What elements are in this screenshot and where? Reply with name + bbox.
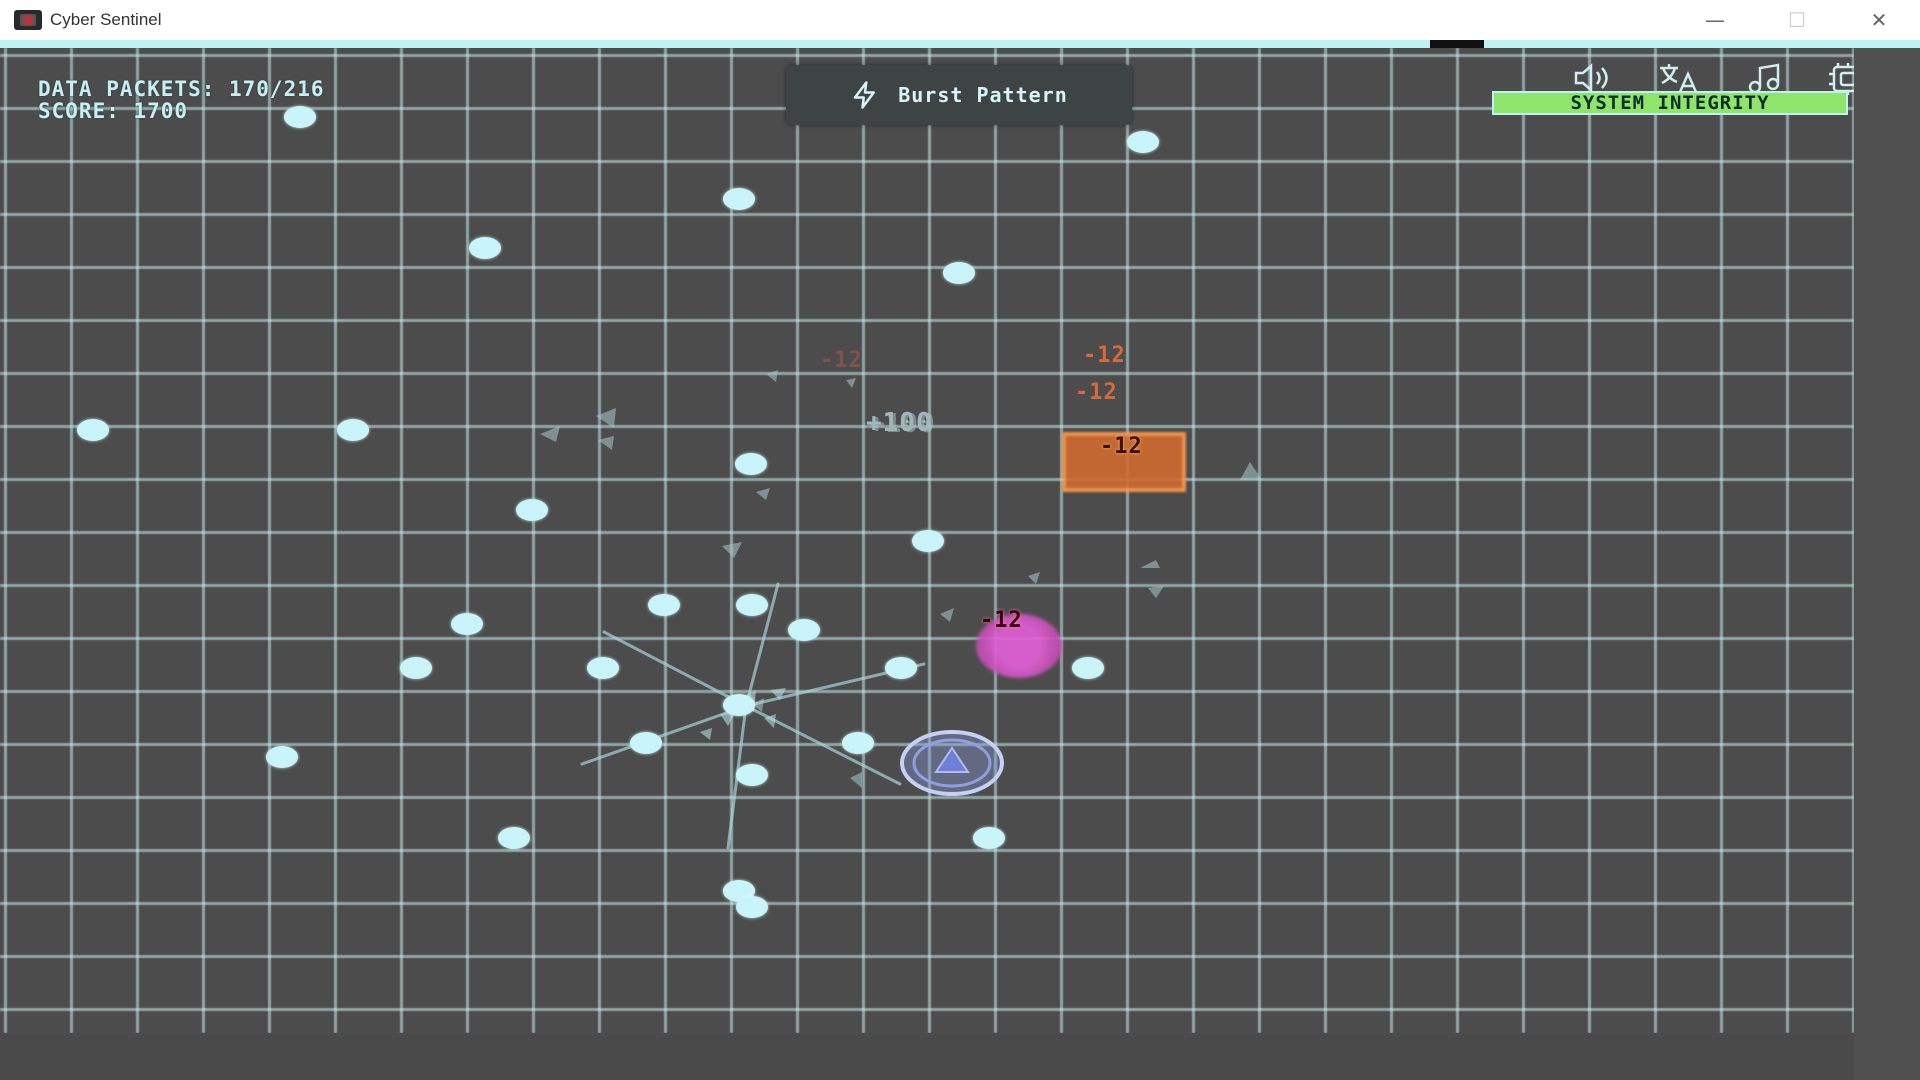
hud-stats: DATA PACKETS: 170/216 SCORE: 1700 [38,78,325,122]
data-packet [736,896,768,918]
pattern-indicator: Burst Pattern [786,65,1132,125]
minimize-button[interactable]: — [1674,0,1756,40]
close-button[interactable]: ✕ [1838,0,1920,40]
data-packet [587,657,619,679]
data-packet [723,188,755,210]
damage-number: -12 [1075,380,1118,405]
game-area[interactable]: DATA PACKETS: 170/216 SCORE: 1700 Burst … [0,48,1854,1080]
data-packet [973,827,1005,849]
music-icon[interactable] [1746,62,1784,94]
damage-number: -12 [980,608,1023,633]
lightning-icon [853,81,876,109]
data-packet [1127,131,1159,153]
system-integrity-bar: SYSTEM INTEGRITY [1492,91,1848,115]
system-integrity-label: SYSTEM INTEGRITY [1570,92,1770,114]
data-packet [885,657,917,679]
data-packet [648,594,680,616]
data-packet [284,106,316,128]
window-title: Cyber Sentinel [50,10,162,29]
volume-icon[interactable] [1572,62,1614,94]
data-packet [788,619,820,641]
player-ship[interactable] [900,730,1004,796]
data-packet [943,262,975,284]
damage-number: -12 [820,348,863,373]
score-popup: +100 [866,408,933,438]
data-packet [337,419,369,441]
right-margin [1854,48,1920,1080]
data-packet [723,694,755,716]
app-icon [14,10,42,30]
data-packet [516,499,548,521]
damage-number: -12 [1100,434,1143,459]
data-packet [266,746,298,768]
data-packet [1072,657,1104,679]
burst-effect [580,582,926,850]
data-packet [498,827,530,849]
score-counter: SCORE: 1700 [38,99,189,123]
data-packet [400,657,432,679]
window-controls: — ☐ ✕ [1674,0,1920,40]
grid-bottom-margin [0,1033,1854,1080]
data-packet [842,732,874,754]
pattern-label: Burst Pattern [898,83,1068,107]
translate-icon[interactable] [1656,62,1700,94]
maximize-button[interactable]: ☐ [1756,0,1838,40]
data-packet [735,453,767,475]
data-packet [912,530,944,552]
data-packet [736,764,768,786]
title-bar: Cyber Sentinel — ☐ ✕ [0,0,1920,40]
data-packet [736,594,768,616]
accent-strip [0,40,1920,48]
data-packet [630,732,662,754]
data-packet [77,419,109,441]
damage-number: -12 [1083,343,1126,368]
data-packet [451,613,483,635]
data-packet [469,237,501,259]
data-packets-counter: DATA PACKETS: 170/216 [38,77,325,101]
